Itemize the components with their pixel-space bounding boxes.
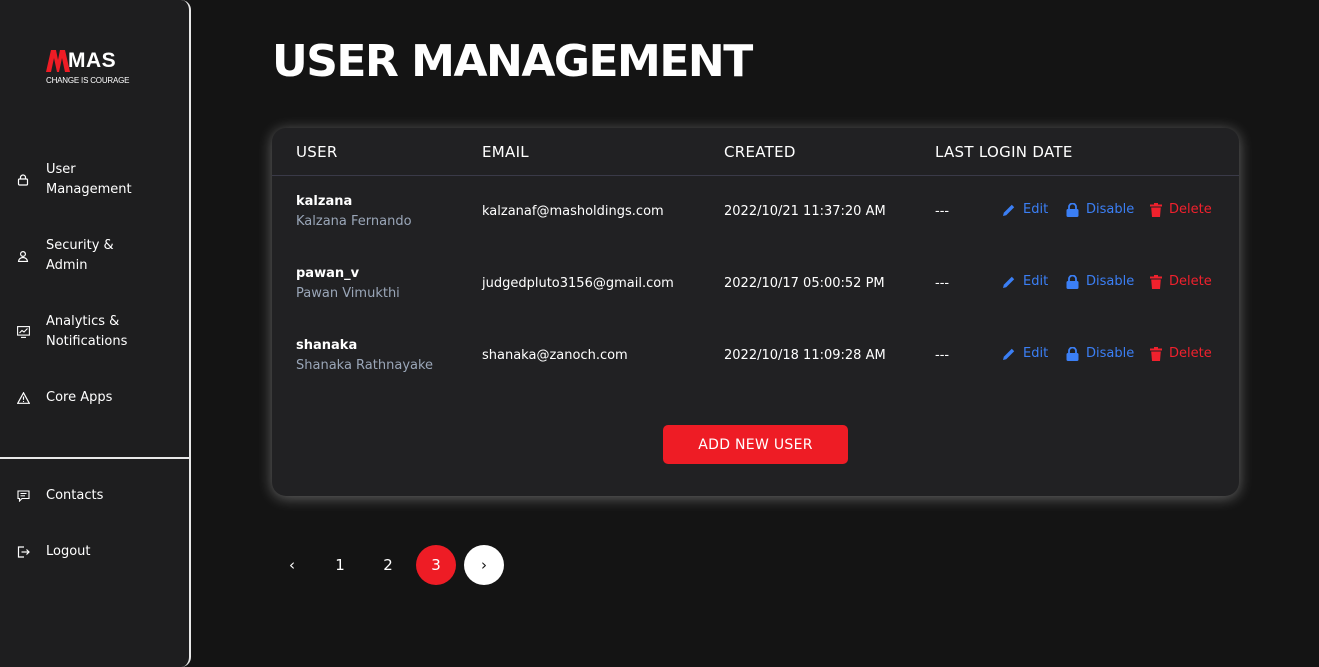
prev-page-button[interactable]: ‹ (272, 545, 312, 585)
brand-name: MAS (68, 49, 117, 72)
username: shanaka (296, 338, 358, 353)
table-header: USER EMAIL CREATED LAST LOGIN DATE (272, 128, 1239, 176)
column-header-user: USER (296, 143, 338, 161)
last-login-cell: --- (935, 348, 950, 363)
sidebar-item-analytics-notifications[interactable]: Analytics & Notifications (16, 312, 146, 352)
disable-button[interactable]: Disable (1066, 202, 1134, 217)
delete-label: Delete (1169, 274, 1212, 289)
edit-button[interactable]: Edit (1002, 346, 1048, 361)
username: kalzana (296, 194, 353, 209)
last-login-cell: --- (935, 204, 950, 219)
username: pawan_v (296, 266, 360, 281)
delete-button[interactable]: Delete (1150, 346, 1212, 361)
disable-label: Disable (1086, 346, 1135, 361)
chart-icon (16, 325, 30, 339)
created-cell: 2022/10/18 11:09:28 AM (724, 348, 886, 363)
last-login-cell: --- (935, 276, 950, 291)
message-icon (16, 489, 30, 503)
email-cell: judgedpluto3156@gmail.com (482, 276, 674, 291)
lock-icon (16, 173, 30, 187)
table-row: pawan_v Pawan Vimukthi judgedpluto3156@g… (272, 248, 1239, 320)
sidebar-item-label: Analytics & Notifications (46, 314, 128, 349)
sidebar-item-security-admin[interactable]: Security & Admin (16, 236, 146, 276)
sidebar-item-core-apps[interactable]: Core Apps (16, 388, 146, 408)
logout-icon (16, 545, 30, 559)
disable-button[interactable]: Disable (1066, 346, 1134, 361)
user-icon (16, 249, 30, 263)
sidebar-item-label: Core Apps (46, 390, 113, 405)
sidebar: MAS CHANGE IS COURAGE User Management Se… (0, 0, 191, 667)
lock-icon (1066, 202, 1079, 217)
email-cell: kalzanaf@masholdings.com (482, 204, 664, 219)
edit-label: Edit (1023, 202, 1049, 217)
pencil-icon (1003, 204, 1015, 216)
next-page-button[interactable]: › (464, 545, 504, 585)
column-header-last-login: LAST LOGIN DATE (935, 143, 1073, 161)
edit-button[interactable]: Edit (1002, 202, 1048, 217)
page-button-2[interactable]: 2 (368, 545, 408, 585)
trash-icon (1150, 346, 1162, 361)
lock-icon (1066, 274, 1079, 289)
sidebar-item-label: Logout (46, 544, 91, 559)
edit-button[interactable]: Edit (1002, 274, 1048, 289)
trash-icon (1150, 202, 1162, 217)
created-cell: 2022/10/21 11:37:20 AM (724, 204, 886, 219)
page-button-1[interactable]: 1 (320, 545, 360, 585)
delete-label: Delete (1169, 202, 1212, 217)
sidebar-item-user-management[interactable]: User Management (16, 160, 146, 200)
disable-label: Disable (1086, 202, 1135, 217)
table-row: shanaka Shanaka Rathnayake shanaka@zanoc… (272, 320, 1239, 392)
warning-triangle-icon (16, 391, 30, 405)
full-name: Shanaka Rathnayake (296, 358, 434, 373)
mas-logo-icon (46, 50, 70, 72)
delete-label: Delete (1169, 346, 1212, 361)
sidebar-item-contacts[interactable]: Contacts (16, 486, 146, 506)
pencil-icon (1003, 276, 1015, 288)
pencil-icon (1003, 348, 1015, 360)
lock-icon (1066, 346, 1079, 361)
add-new-user-button[interactable]: ADD NEW USER (663, 425, 848, 464)
trash-icon (1150, 274, 1162, 289)
sidebar-item-label: Contacts (46, 488, 104, 503)
column-header-email: EMAIL (482, 143, 529, 161)
brand-logo: MAS CHANGE IS COURAGE (46, 49, 146, 90)
brand-tagline: CHANGE IS COURAGE (46, 76, 130, 85)
sidebar-divider (0, 457, 189, 459)
disable-button[interactable]: Disable (1066, 274, 1134, 289)
edit-label: Edit (1023, 346, 1049, 361)
sidebar-item-label: Security & Admin (46, 238, 114, 273)
column-header-created: CREATED (724, 143, 796, 161)
disable-label: Disable (1086, 274, 1135, 289)
sidebar-item-label: User Management (46, 162, 132, 197)
sidebar-item-logout[interactable]: Logout (16, 542, 146, 562)
delete-button[interactable]: Delete (1150, 202, 1212, 217)
page-button-3-current[interactable]: 3 (416, 545, 456, 585)
table-row: kalzana Kalzana Fernando kalzanaf@mashol… (272, 176, 1239, 248)
users-card: USER EMAIL CREATED LAST LOGIN DATE kalza… (272, 128, 1239, 496)
edit-label: Edit (1023, 274, 1049, 289)
page-title: USER MANAGEMENT (272, 36, 753, 87)
full-name: Kalzana Fernando (296, 214, 412, 229)
email-cell: shanaka@zanoch.com (482, 348, 628, 363)
created-cell: 2022/10/17 05:00:52 PM (724, 276, 885, 291)
delete-button[interactable]: Delete (1150, 274, 1212, 289)
full-name: Pawan Vimukthi (296, 286, 400, 301)
